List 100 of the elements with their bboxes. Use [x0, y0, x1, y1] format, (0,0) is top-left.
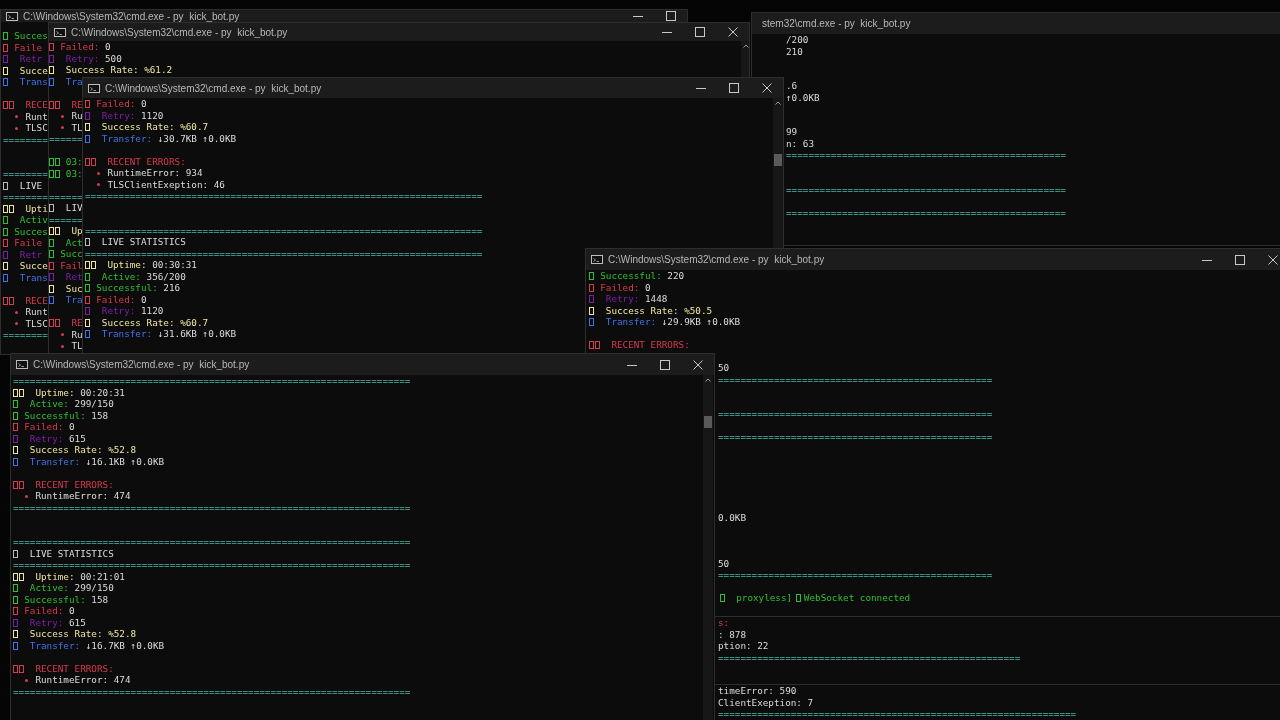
- maximize-icon[interactable]: [665, 11, 676, 21]
- log-text: 210: [786, 45, 803, 58]
- glyph-box-icon: [85, 111, 90, 120]
- glyph-box-icon: [13, 641, 18, 650]
- rule-line: =======================================================================: [13, 375, 411, 387]
- rule-line: =================================================: [718, 569, 993, 581]
- close-icon[interactable]: [761, 83, 772, 94]
- failed-count: Failed: 0: [24, 605, 75, 617]
- retry-count: Retry: 1448: [605, 293, 668, 305]
- close-icon[interactable]: [727, 27, 738, 38]
- success-rate: Success Rate: %50.5: [605, 304, 713, 317]
- uptime-stat: Upti: [25, 202, 48, 215]
- log-text: s:: [718, 617, 730, 629]
- bullet-icon: [15, 322, 19, 326]
- bullet-icon: [97, 171, 101, 175]
- log-timestamp: 03:: [65, 167, 83, 180]
- maximize-icon[interactable]: [728, 83, 739, 94]
- glyph-box-icon: [49, 77, 54, 86]
- failed-count: Failed: 0: [60, 41, 111, 53]
- glyph-box-icon: [13, 400, 18, 408]
- log-text: ption: 22: [718, 640, 769, 652]
- glyph-box-icon: [49, 273, 54, 281]
- successful-count: Succ: [60, 248, 83, 260]
- error-entry: TLSC: [25, 317, 48, 330]
- success-rate: Success Rate: %60.7: [101, 316, 209, 329]
- successful-count: Succes: [14, 225, 48, 238]
- window-title: C:\Windows\System32\cmd.exe - py kick_bot.py: [33, 359, 250, 371]
- transfer-stat: Transfer: ↓31.6KB ↑0.0KB: [101, 328, 237, 340]
- success-rate: Success Rate: %52.8: [29, 628, 137, 640]
- bullet-icon: [25, 678, 29, 682]
- terminal-icon: [88, 83, 100, 93]
- scroll-up-icon[interactable]: [775, 101, 781, 106]
- error-entry: Ru: [71, 110, 83, 122]
- active-count: Active: 299/150: [29, 398, 114, 410]
- success-rate: Suc: [65, 282, 83, 295]
- rule-line: =======================================================================: [13, 559, 411, 571]
- log-text: timeError: 590: [718, 685, 797, 697]
- glyph-pair-icon: [85, 261, 96, 269]
- uptime-stat: Uptime: 00:30:31: [107, 259, 197, 271]
- transfer-stat: Trans: [19, 271, 48, 284]
- glyph-pair-icon: [589, 341, 600, 349]
- window-title: C:\Windows\System32\cmd.exe - py kick_bot.py: [105, 82, 322, 94]
- bullet-icon: [61, 126, 65, 130]
- glyph-box-icon: [85, 238, 90, 246]
- glyph-box-icon: [3, 66, 8, 75]
- window-title: C:\Windows\System32\cmd.exe - py kick_bot.py: [71, 26, 288, 38]
- bullet-icon: [15, 310, 19, 314]
- glyph-box-icon: [13, 423, 18, 431]
- retry-count: Retr: [19, 53, 43, 65]
- maximize-icon[interactable]: [1234, 254, 1245, 265]
- log-text: /200: [786, 34, 809, 46]
- scrollbar-thumb[interactable]: [774, 154, 782, 166]
- log-text: 50: [718, 362, 730, 374]
- glyph-pair-icon: [13, 388, 24, 397]
- error-entry: TL: [71, 121, 83, 134]
- transfer-stat: Tra: [65, 294, 83, 306]
- glyph-box-icon: [85, 295, 90, 304]
- log-text: : 878: [718, 628, 746, 640]
- glyph-pair-icon: [13, 480, 24, 489]
- glyph-box-icon: [13, 411, 18, 420]
- transfer-stat: Transfer: ↓30.7KB ↑0.0KB: [101, 132, 237, 145]
- glyph-pair-icon: [49, 319, 60, 327]
- scroll-up-icon[interactable]: [743, 44, 749, 49]
- log-text: 50: [718, 557, 730, 570]
- glyph-box-icon: [85, 330, 90, 338]
- window-title: C:\Windows\System32\cmd.exe - py kick_bot.py: [23, 10, 240, 22]
- error-entry: RuntimeError: 474: [35, 674, 131, 686]
- rule-line: =================================================: [718, 373, 993, 386]
- glyph-box-icon: [589, 283, 594, 292]
- rule-line: ========: [3, 168, 48, 180]
- glyph-box-icon: [13, 457, 18, 466]
- close-icon[interactable]: [1267, 254, 1278, 265]
- glyph-box-icon: [49, 250, 54, 258]
- rule-line: ================================================================: [718, 708, 1077, 720]
- glyph-pair-icon: [49, 169, 60, 178]
- maximize-icon[interactable]: [659, 359, 670, 370]
- glyph-pair-icon: [3, 296, 14, 305]
- log-text: ↑0.0KB: [786, 91, 820, 104]
- retry-count: Retr: [19, 248, 43, 261]
- rule-line: =======================================================================: [13, 685, 411, 698]
- retry-count: Retry: 1120: [101, 305, 164, 317]
- success-rate: Success Rate: %52.8: [29, 444, 137, 456]
- successful-count: Successful: 158: [24, 593, 109, 606]
- scroll-up-icon[interactable]: [705, 378, 711, 383]
- scrollbar[interactable]: [741, 41, 749, 78]
- rule-line: ======: [49, 213, 83, 226]
- status-text: WebSocket connected: [803, 592, 911, 604]
- glyph-pair-icon: [3, 204, 14, 213]
- glyph-box-icon: [3, 239, 8, 247]
- glyph-box-icon: [3, 43, 8, 52]
- scrollbar[interactable]: [703, 375, 713, 720]
- glyph-box-icon: [85, 123, 90, 131]
- active-count: Active: 299/150: [29, 582, 114, 594]
- close-icon[interactable]: [692, 359, 703, 370]
- error-entry: Runt: [25, 110, 48, 123]
- glyph-box-icon: [85, 100, 90, 108]
- maximize-icon[interactable]: [694, 27, 705, 38]
- glyph-box-icon: [49, 238, 54, 247]
- scrollbar-thumb[interactable]: [704, 416, 712, 428]
- scrollbar[interactable]: [773, 98, 783, 249]
